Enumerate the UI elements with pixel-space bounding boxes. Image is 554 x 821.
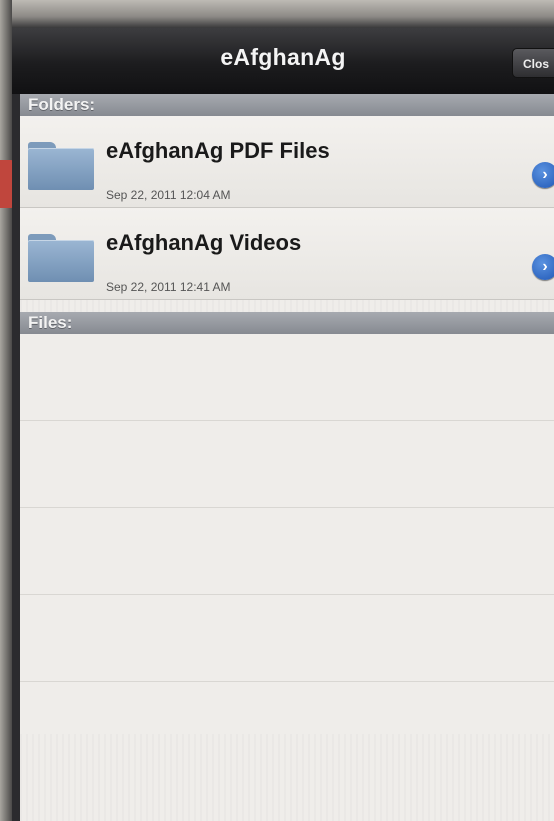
folder-name: eAfghanAg PDF Files — [106, 138, 330, 163]
folder-date: Sep 22, 2011 12:04 AM — [106, 188, 231, 202]
empty-files-area — [20, 334, 554, 734]
device-bezel-left — [0, 0, 12, 821]
navigation-bar: eAfghanAg Clos — [12, 28, 554, 94]
section-header-files: Files: — [20, 312, 554, 334]
folder-name: eAfghanAg Videos — [106, 230, 302, 255]
device-bezel-top — [0, 0, 554, 30]
folder-icon — [28, 234, 94, 282]
folder-icon — [28, 142, 94, 190]
section-header-folders: Folders: — [20, 94, 554, 116]
folder-row-videos[interactable]: eAfghanAg Videos Sep 22, 2011 12:41 AM › — [20, 208, 554, 300]
file-list[interactable]: Folders: eAfghanAg PDF Files Sep 22, 201… — [20, 94, 554, 821]
folder-row-pdf-files[interactable]: eAfghanAg PDF Files Sep 22, 2011 12:04 A… — [20, 116, 554, 208]
close-button[interactable]: Clos — [512, 48, 554, 78]
file-browser-popover: eAfghanAg Clos Folders: eAfghanAg PDF Fi… — [12, 28, 554, 821]
folder-date: Sep 22, 2011 12:41 AM — [106, 280, 231, 294]
nav-title: eAfghanAg — [220, 44, 346, 70]
disclosure-icon[interactable]: › — [532, 254, 554, 280]
disclosure-icon[interactable]: › — [532, 162, 554, 188]
